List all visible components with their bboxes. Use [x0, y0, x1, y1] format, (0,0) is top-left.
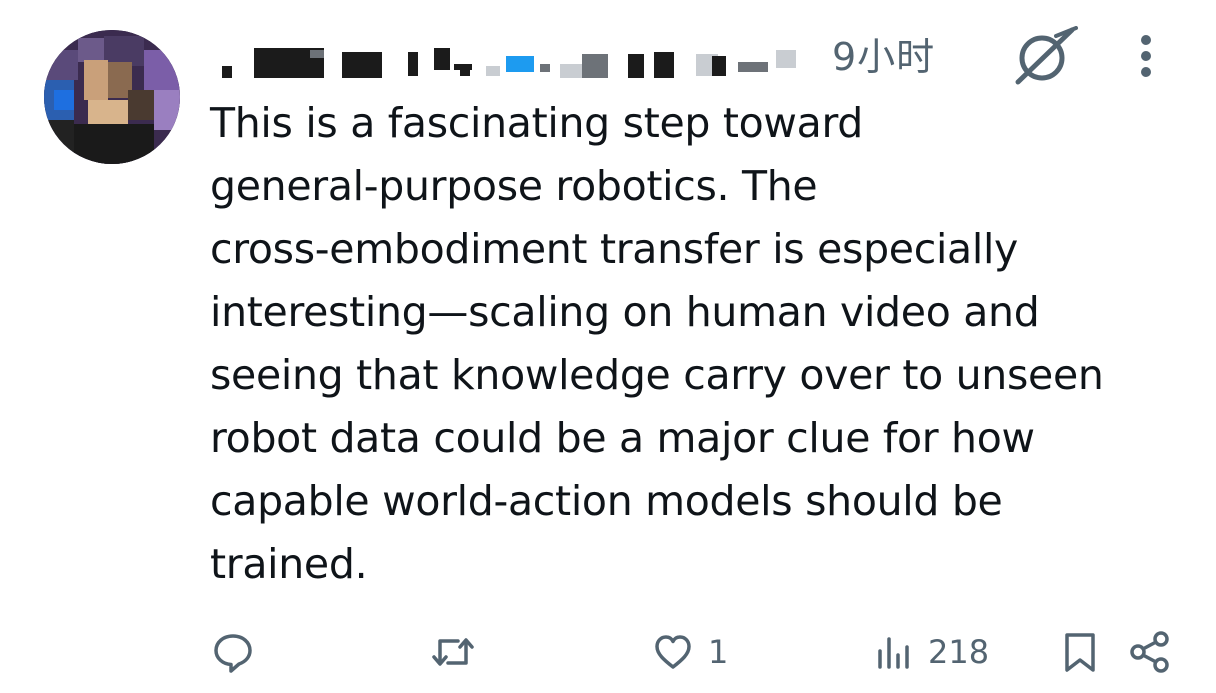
heart-icon: [652, 631, 694, 673]
like-button[interactable]: 1: [652, 628, 728, 676]
bookmark-button[interactable]: [1060, 628, 1100, 676]
avatar[interactable]: [44, 30, 180, 164]
more-vertical-icon[interactable]: [1128, 32, 1164, 82]
share-button[interactable]: [1128, 628, 1172, 676]
reply-icon: [212, 631, 254, 673]
views-count: 218: [928, 633, 990, 671]
like-count: 1: [708, 633, 729, 671]
views-icon: [874, 631, 914, 673]
views-button[interactable]: 218: [874, 628, 989, 676]
repost-icon: [430, 631, 476, 673]
post-action-bar: 1 218: [0, 620, 1216, 684]
post-timestamp[interactable]: 9小时: [832, 26, 935, 81]
grok-icon[interactable]: [1010, 26, 1080, 86]
bookmark-icon: [1060, 630, 1100, 674]
post-text: This is a fascinating step toward genera…: [210, 99, 1104, 588]
share-icon: [1128, 630, 1172, 674]
repost-button[interactable]: [430, 628, 490, 676]
reply-button[interactable]: [212, 628, 268, 676]
